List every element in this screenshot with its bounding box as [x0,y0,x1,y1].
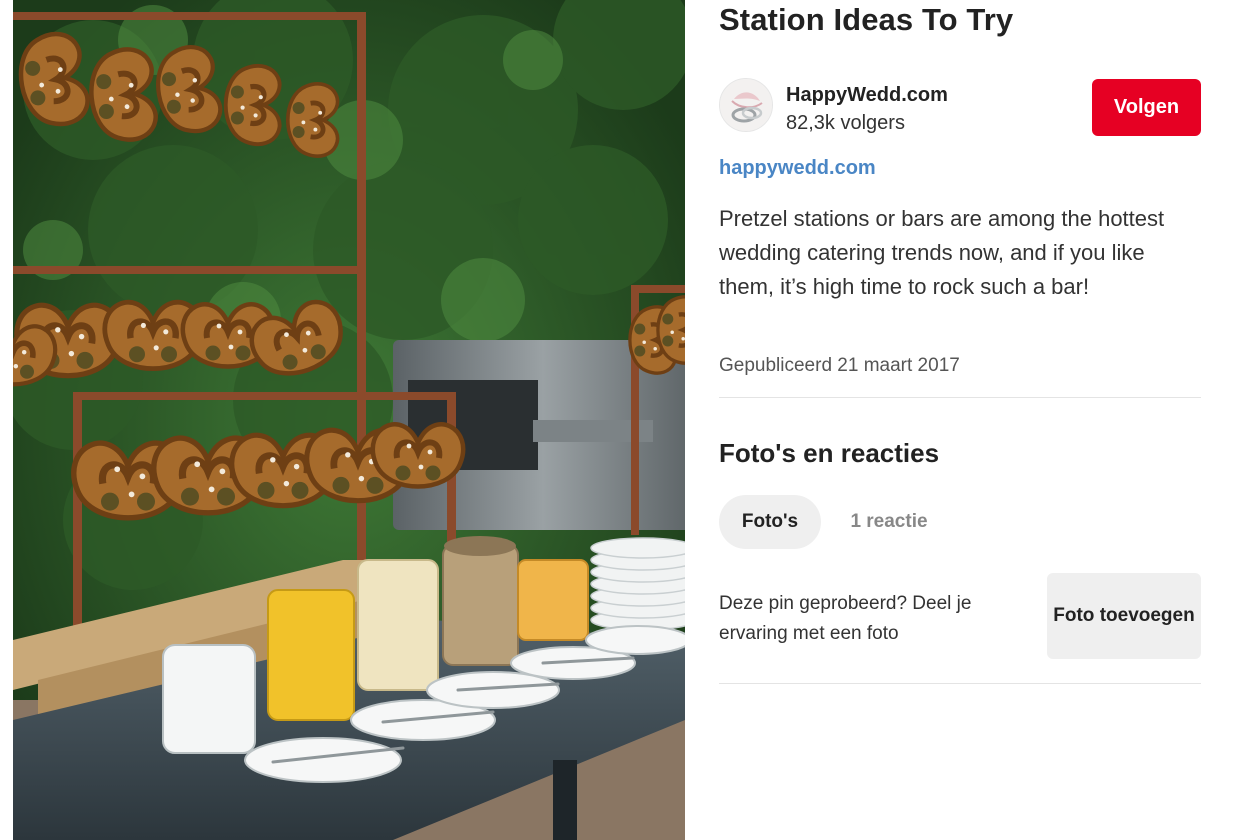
pin-title: Station Ideas To Try [719,2,1014,37]
creator-avatar[interactable] [719,78,773,132]
published-date: Gepubliceerd 21 maart 2017 [719,355,960,376]
tab-comments[interactable]: 1 reactie [834,495,944,549]
pin-details-panel: Station Ideas To Try HappyWedd.com 82,3k… [719,0,1201,840]
add-photo-label: Foto toevoegen [1053,605,1195,626]
photos-section-title: Foto's en reacties [719,438,940,468]
pin-description: Pretzel stations or bars are among the h… [719,206,1165,299]
follower-count: 82,3k volgers [786,112,905,134]
source-link[interactable]: happywedd.com [719,157,876,180]
add-photo-button[interactable]: Foto toevoegen [1047,573,1201,659]
follow-button[interactable]: Volgen [1092,79,1201,136]
creator-row: HappyWedd.com 82,3k volgers Volgen [719,78,1201,138]
ring-avatar-icon [720,79,772,131]
divider [719,683,1201,684]
creator-name[interactable]: HappyWedd.com [786,84,948,107]
pretzel-station-photo [13,0,685,840]
tab-photos[interactable]: Foto's [719,495,821,549]
tried-prompt: Deze pin geprobeerd? Deel je ervaring me… [719,593,972,644]
pin-image[interactable] [13,0,685,840]
divider [719,397,1201,398]
